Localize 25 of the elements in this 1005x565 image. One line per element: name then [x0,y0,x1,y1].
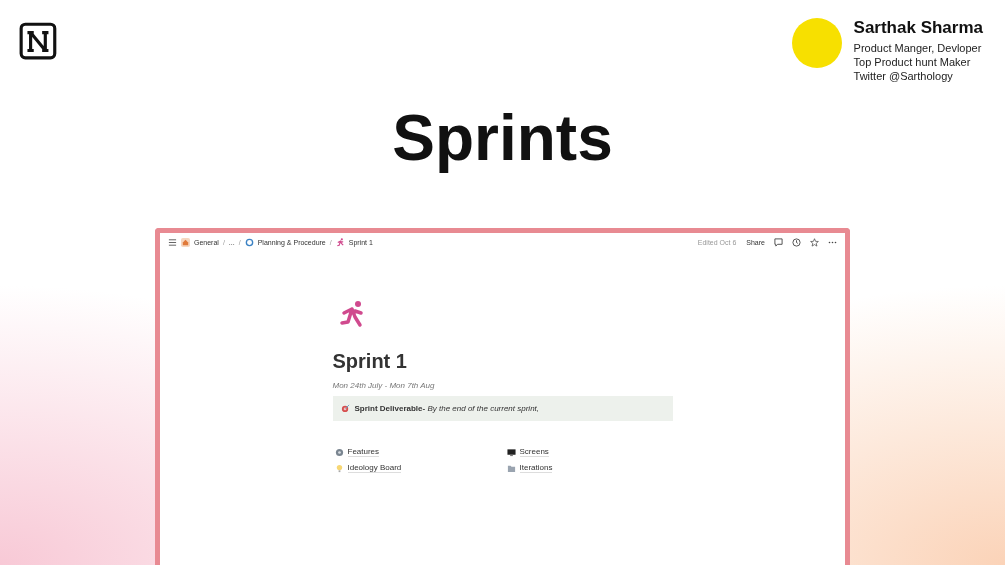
page-heading: Sprints [392,101,613,176]
author-name: Sarthak Sharma [853,18,983,38]
page-link[interactable]: Screens [519,447,549,457]
page-link[interactable]: Ideology Board [347,463,402,473]
page-title: Sprint 1 [332,350,408,373]
avatar [791,18,842,68]
date-range: Mon 24th July - Mon 7th Aug [332,381,436,390]
home-icon [181,238,190,247]
clock-icon[interactable] [792,238,801,247]
monitor-icon [506,447,516,457]
star-icon[interactable] [810,238,819,247]
folder-icon [506,463,516,473]
author-detail: Product Manger, Devloper [853,41,983,55]
lightbulb-icon [334,463,344,473]
page-link[interactable]: Iterations [519,463,553,473]
runner-icon [335,238,345,247]
page-link[interactable]: Features [347,447,380,457]
target-icon [340,404,350,413]
comment-icon[interactable] [774,238,783,247]
author-detail: Twitter @Sarthology [853,69,954,83]
circle-icon [244,238,254,247]
callout-text: Sprint Deliverable- By the end of the current sprint, [354,404,540,413]
menu-icon[interactable] [168,238,177,247]
gear-icon [334,447,344,457]
author-detail: Top Product hunt Maker [853,55,972,69]
